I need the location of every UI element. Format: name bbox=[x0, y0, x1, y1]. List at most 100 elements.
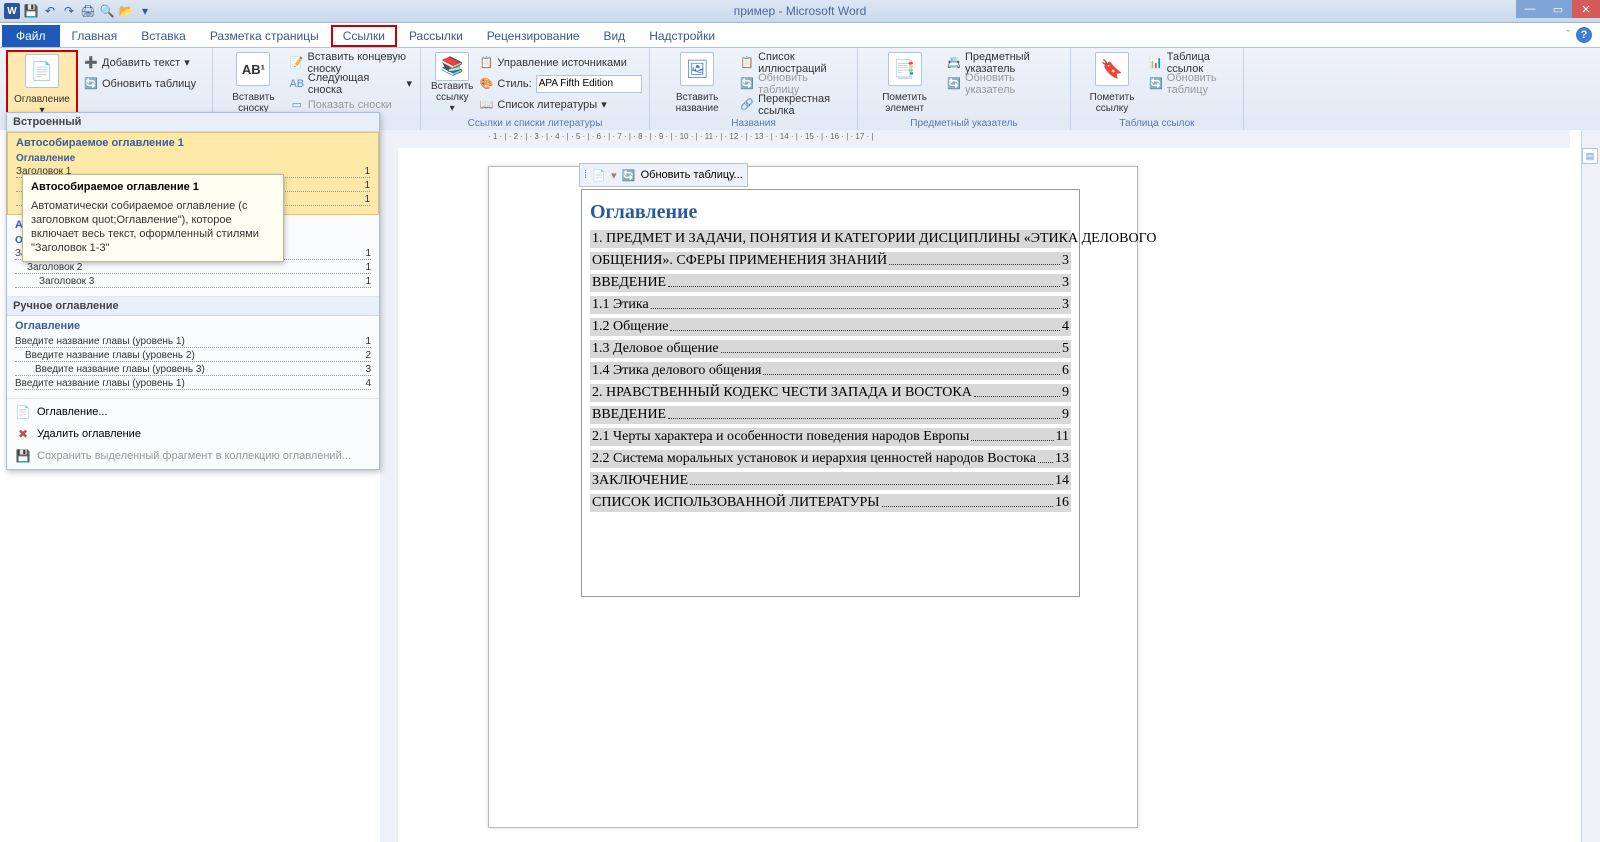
bibliography-label: Список литературы bbox=[497, 99, 597, 111]
toc-entry[interactable]: ВВЕДЕНИЕ3 bbox=[590, 274, 1071, 292]
insert-footnote-button[interactable]: AB¹ Вставить сноску bbox=[219, 50, 288, 116]
update-toc-button[interactable]: 🔄Обновить таблицу bbox=[82, 73, 198, 94]
toc-entry[interactable]: ЗАКЛЮЧЕНИЕ14 bbox=[590, 472, 1071, 490]
bibliography-icon: 📖 bbox=[479, 98, 493, 112]
toc-gallery: Встроенный Автособираемое оглавление 1 О… bbox=[6, 112, 380, 470]
titlebar: W 💾 ↶ ↷ 🖨 🔍 📂 ▾ пример - Microsoft Word … bbox=[0, 0, 1600, 23]
update-index-label: Обновить указатель bbox=[965, 72, 1062, 96]
toc-options-icon[interactable]: 📄 bbox=[591, 167, 607, 183]
crossref-icon: 🔗 bbox=[740, 98, 754, 112]
toc-entry[interactable]: 2. НРАВСТВЕННЫЙ КОДЕКС ЧЕСТИ ЗАПАДА И ВО… bbox=[590, 384, 1071, 402]
remove-icon: ✖ bbox=[15, 426, 31, 442]
toc-entry[interactable]: ВВЕДЕНИЕ9 bbox=[590, 406, 1071, 424]
tab-insert[interactable]: Вставка bbox=[129, 25, 198, 47]
figures-list-button[interactable]: 📋Список иллюстраций bbox=[738, 52, 851, 73]
qat-customize-icon[interactable]: ▾ bbox=[137, 3, 153, 19]
tab-addins[interactable]: Надстройки bbox=[637, 25, 727, 47]
toc-entry[interactable]: 1. ПРЕДМЕТ И ЗАДАЧИ, ПОНЯТИЯ И КАТЕГОРИИ… bbox=[590, 230, 1071, 248]
gallery-preview-3: Введите название главы (уровень 1)1Введи… bbox=[15, 336, 371, 390]
tab-home[interactable]: Главная bbox=[60, 25, 130, 47]
gallery-remove-label: Удалить оглавление bbox=[37, 428, 141, 440]
toc-button[interactable]: 📄 Оглавление▾ bbox=[6, 50, 78, 120]
insert-endnote-button[interactable]: 📝Вставить концевую сноску bbox=[288, 52, 414, 73]
figures-icon: 📋 bbox=[740, 56, 754, 70]
save-selection-icon: 💾 bbox=[15, 448, 31, 464]
update-index-icon: 🔄 bbox=[947, 77, 961, 91]
insert-citation-button[interactable]: 📚 Вставить ссылку▾ bbox=[427, 50, 477, 116]
group-index-label: Предметный указатель bbox=[858, 118, 1070, 129]
tooltip-title: Автособираемое оглавление 1 bbox=[31, 181, 275, 193]
toc-entry[interactable]: 2.1 Черты характера и особенности поведе… bbox=[590, 428, 1071, 446]
insert-toa-button[interactable]: 📊Таблица ссылок bbox=[1147, 52, 1237, 73]
page[interactable]: ⁞ 📄▾ 🔄 Обновить таблицу... Оглавление 1.… bbox=[488, 166, 1138, 828]
close-button[interactable]: ✕ bbox=[1572, 0, 1600, 18]
qat-preview-icon[interactable]: 🔍 bbox=[99, 3, 115, 19]
maximize-button[interactable]: ▭ bbox=[1544, 0, 1572, 18]
manage-sources-button[interactable]: 📋 Управление источниками bbox=[477, 52, 643, 73]
toc-entry[interactable]: 1.2 Общение4 bbox=[590, 318, 1071, 336]
qat-print-icon[interactable]: 🖨 bbox=[80, 3, 96, 19]
toc-entry[interactable]: 1.4 Этика делового общения6 bbox=[590, 362, 1071, 380]
qat-save-icon[interactable]: 💾 bbox=[23, 3, 39, 19]
update-toa-label: Обновить таблицу bbox=[1167, 72, 1235, 96]
vertical-ruler[interactable] bbox=[380, 148, 399, 842]
window-title: пример - Microsoft Word bbox=[734, 4, 867, 18]
qat-redo-icon[interactable]: ↷ bbox=[61, 3, 77, 19]
qat-undo-icon[interactable]: ↶ bbox=[42, 3, 58, 19]
group-toa-label: Таблица ссылок bbox=[1071, 118, 1243, 129]
endnote-icon: 📝 bbox=[290, 56, 304, 70]
horizontal-ruler[interactable]: · 1 · | · 2 · | · 3 · | · 4 · | · 5 · | … bbox=[380, 130, 1570, 149]
selection-pane-icon[interactable]: ▤ bbox=[1582, 148, 1598, 164]
gallery-custom-toc[interactable]: 📄Оглавление... bbox=[7, 401, 379, 423]
update-toc-label: Обновить таблицу bbox=[102, 78, 196, 90]
manage-sources-icon: 📋 bbox=[479, 56, 493, 70]
footnote-icon: AB¹ bbox=[236, 52, 270, 86]
cross-reference-button[interactable]: 🔗Перекрестная ссылка bbox=[738, 94, 851, 115]
tab-references[interactable]: Ссылки bbox=[331, 25, 397, 47]
tab-review[interactable]: Рецензирование bbox=[475, 25, 592, 47]
tab-file[interactable]: Файл bbox=[2, 25, 60, 47]
toc-entry[interactable]: 1.3 Деловое общение5 bbox=[590, 340, 1071, 358]
gallery-item-manual[interactable]: Оглавление Введите название главы (урове… bbox=[7, 316, 379, 399]
tab-view[interactable]: Вид bbox=[591, 25, 637, 47]
insert-index-button[interactable]: 📇Предметный указатель bbox=[945, 52, 1064, 73]
manage-sources-label: Управление источниками bbox=[497, 57, 626, 69]
gallery-remove-toc[interactable]: ✖ Удалить оглавление bbox=[7, 423, 379, 445]
citation-style-select[interactable] bbox=[536, 75, 642, 93]
insert-footnote-label: Вставить сноску bbox=[223, 92, 284, 114]
ribbon-collapse-icon[interactable]: ˇ bbox=[1566, 29, 1570, 41]
tooltip: Автособираемое оглавление 1 Автоматическ… bbox=[22, 174, 284, 262]
update-index-button[interactable]: 🔄 Обновить указатель bbox=[945, 73, 1064, 94]
toc-update-label[interactable]: Обновить таблицу... bbox=[641, 169, 743, 181]
minimize-button[interactable]: — bbox=[1516, 0, 1544, 18]
toc-entries: 1. ПРЕДМЕТ И ЗАДАЧИ, ПОНЯТИЯ И КАТЕГОРИИ… bbox=[590, 230, 1071, 512]
toc-handle-icon[interactable]: ⁞ bbox=[584, 169, 587, 181]
toc-update-icon[interactable]: 🔄 bbox=[621, 167, 637, 183]
caption-icon: 🖼 bbox=[680, 52, 714, 86]
insert-caption-button[interactable]: 🖼 Вставить название bbox=[656, 50, 738, 116]
help-icon[interactable]: ? bbox=[1576, 27, 1592, 43]
update-figures-button[interactable]: 🔄Обновить таблицу bbox=[738, 73, 851, 94]
qat-open-icon[interactable]: 📂 bbox=[118, 3, 134, 19]
toa-icon: 📊 bbox=[1149, 56, 1163, 70]
toc-entry[interactable]: 2.2 Система моральных установок и иерарх… bbox=[590, 450, 1071, 468]
mark-citation-label: Пометить ссылку bbox=[1081, 92, 1143, 114]
toc-entry[interactable]: 1.1 Этика3 bbox=[590, 296, 1071, 314]
tab-layout[interactable]: Разметка страницы bbox=[198, 25, 331, 47]
update-toa-button[interactable]: 🔄 Обновить таблицу bbox=[1147, 73, 1237, 94]
add-text-button[interactable]: ➕Добавить текст ▾ bbox=[82, 52, 198, 73]
tab-mailings[interactable]: Рассылки bbox=[397, 25, 475, 47]
toc-entry[interactable]: СПИСОК ИСПОЛЬЗОВАННОЙ ЛИТЕРАТУРЫ16 bbox=[590, 494, 1071, 512]
mark-citation-button[interactable]: 🔖 Пометить ссылку bbox=[1077, 50, 1147, 116]
toc-field[interactable]: Оглавление 1. ПРЕДМЕТ И ЗАДАЧИ, ПОНЯТИЯ … bbox=[581, 189, 1080, 597]
insert-caption-label: Вставить название bbox=[660, 92, 734, 114]
doc-icon: 📄 bbox=[15, 404, 31, 420]
bibliography-button[interactable]: 📖Список литературы ▾ bbox=[477, 94, 643, 115]
toc-entry[interactable]: ОБЩЕНИЯ». СФЕРЫ ПРИМЕНЕНИЯ ЗНАНИЙ3 bbox=[590, 252, 1071, 270]
vertical-scrollbar[interactable] bbox=[1581, 130, 1600, 842]
insert-citation-label: Вставить ссылку bbox=[431, 81, 473, 103]
update-toa-icon: 🔄 bbox=[1149, 77, 1163, 91]
mark-entry-button[interactable]: 📑 Пометить элемент bbox=[864, 50, 945, 116]
toc-heading: Оглавление bbox=[590, 200, 1071, 224]
next-footnote-button[interactable]: ABСледующая сноска ▾ bbox=[288, 73, 414, 94]
